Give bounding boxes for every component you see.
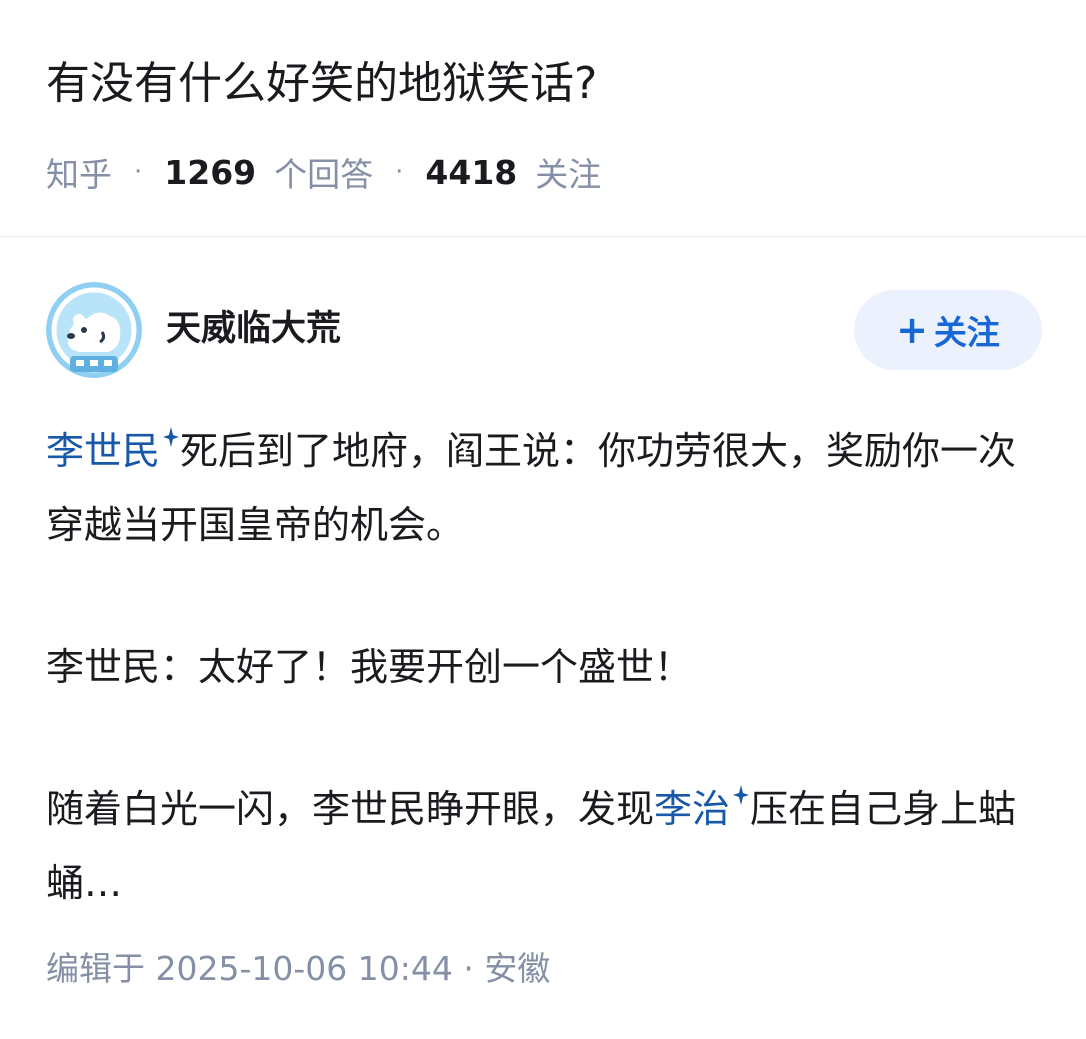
follower-count-label: 关注	[535, 155, 602, 194]
question-title[interactable]: 有没有什么好笑的地狱笑话?	[46, 52, 597, 116]
meta-separator: ·	[134, 157, 143, 187]
question-card: 有没有什么好笑的地狱笑话? 知乎 · 1269 个回答 · 4418 关注	[0, 0, 1086, 237]
answer-count: 1269	[164, 152, 257, 192]
answer-content: 李世民 死后到了地府，阎王说：你功劳很大，奖励你一次穿越当开国皇帝的机会。 李世民…	[46, 414, 1046, 920]
sparkle-icon	[163, 427, 180, 447]
answer-text: 死后到了地府，阎王说：你功劳很大，奖励你一次穿越当开国皇帝的机会。	[46, 429, 1017, 547]
answer-count-label: 个回答	[274, 155, 374, 194]
answer-text: 李世民：太好了！我要开创一个盛世！	[46, 645, 693, 689]
author-name[interactable]: 天威临大荒	[166, 304, 341, 354]
question-meta: 知乎 · 1269 个回答 · 4418 关注	[46, 148, 601, 196]
entity-link-li-shimin[interactable]: 李世民	[46, 429, 160, 473]
meta-separator: ·	[395, 157, 404, 187]
author-row: 天威临大荒 + 关注	[46, 282, 1042, 378]
answer-paragraph: 随着白光一闪，李世民睁开眼，发现李治 压在自己身上蛄蛹…	[46, 772, 1046, 920]
sparkle-icon	[733, 785, 750, 805]
source-label: 知乎	[46, 155, 112, 194]
answer-paragraph: 李世民：太好了！我要开创一个盛世！	[46, 630, 1046, 704]
follow-button-label: 关注	[933, 313, 1000, 352]
plus-icon: +	[896, 308, 928, 352]
answer-paragraph: 李世民 死后到了地府，阎王说：你功劳很大，奖励你一次穿越当开国皇帝的机会。	[46, 414, 1046, 562]
follow-button[interactable]: + 关注	[854, 290, 1042, 370]
author-avatar[interactable]	[46, 282, 142, 378]
polar-bear-astronaut-avatar-icon	[46, 282, 142, 378]
edit-timestamp: 编辑于 2025-10-06 10:44 · 安徽	[46, 949, 551, 988]
follower-count: 4418	[425, 152, 518, 192]
answer-text: 随着白光一闪，李世民睁开眼，发现	[46, 787, 655, 831]
entity-link-li-zhi[interactable]: 李治	[654, 787, 730, 831]
